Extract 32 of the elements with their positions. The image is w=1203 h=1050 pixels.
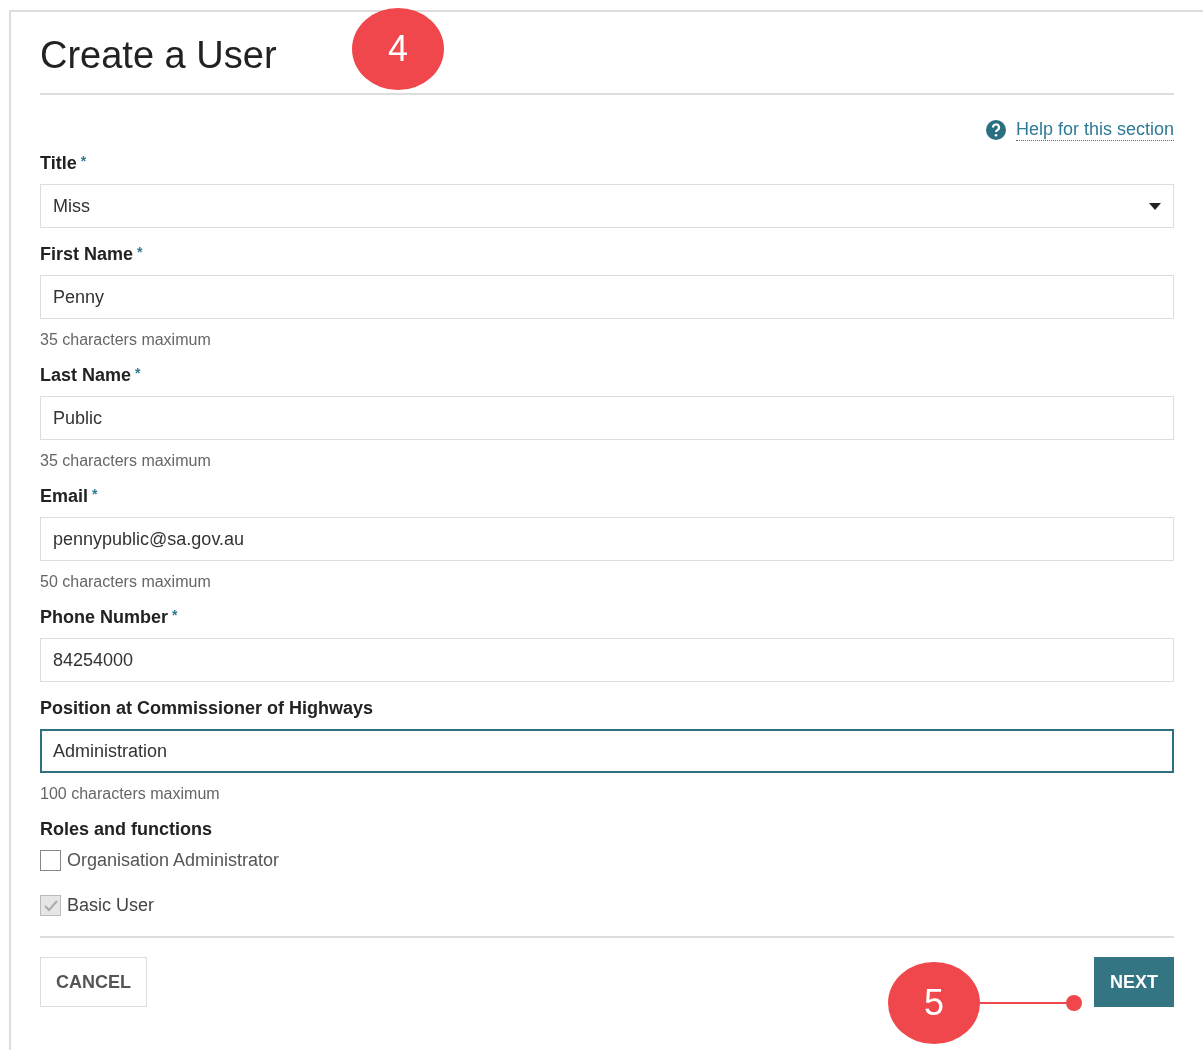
field-hint: 35 characters maximum (40, 331, 212, 349)
input-field[interactable]: Penny (40, 275, 1174, 319)
checkbox[interactable] (40, 850, 61, 871)
input-field[interactable]: Public (40, 396, 1174, 440)
field-label: Last Name * (40, 365, 142, 386)
field-label: Title * (40, 153, 88, 174)
required-marker: * (135, 365, 141, 381)
step-badge: 4 (352, 8, 444, 90)
help-icon (985, 120, 1006, 140)
field-label: First Name * (40, 244, 144, 265)
field-label: Position at Commissioner of Highways (40, 698, 375, 719)
step-badge: 5 (888, 962, 980, 1044)
select-field[interactable]: Miss (40, 184, 1174, 228)
checkbox-label: Basic User (67, 895, 155, 916)
input-field[interactable]: 84254000 (40, 638, 1174, 682)
field-hint: 50 characters maximum (40, 573, 212, 591)
field-label: Phone Number * (40, 607, 179, 628)
required-marker: * (172, 607, 178, 623)
section-heading: Roles and functions (40, 819, 213, 840)
field-hint: 100 characters maximum (40, 785, 221, 803)
checkbox-label: Organisation Administrator (67, 850, 280, 871)
field-hint: 35 characters maximum (40, 452, 212, 470)
caret-icon (1149, 202, 1161, 210)
required-marker: * (92, 486, 98, 502)
input-field[interactable]: pennypublic@sa.gov.au (40, 517, 1174, 561)
required-marker: * (80, 153, 87, 169)
field-label: Email * (40, 486, 99, 507)
input-field[interactable]: Administration (40, 729, 1174, 773)
help-link[interactable]: Help for this section (1015, 119, 1174, 141)
next-button[interactable]: NEXT (1094, 957, 1174, 1007)
cancel-button[interactable]: CANCEL (40, 957, 147, 1007)
required-marker: * (137, 244, 143, 260)
